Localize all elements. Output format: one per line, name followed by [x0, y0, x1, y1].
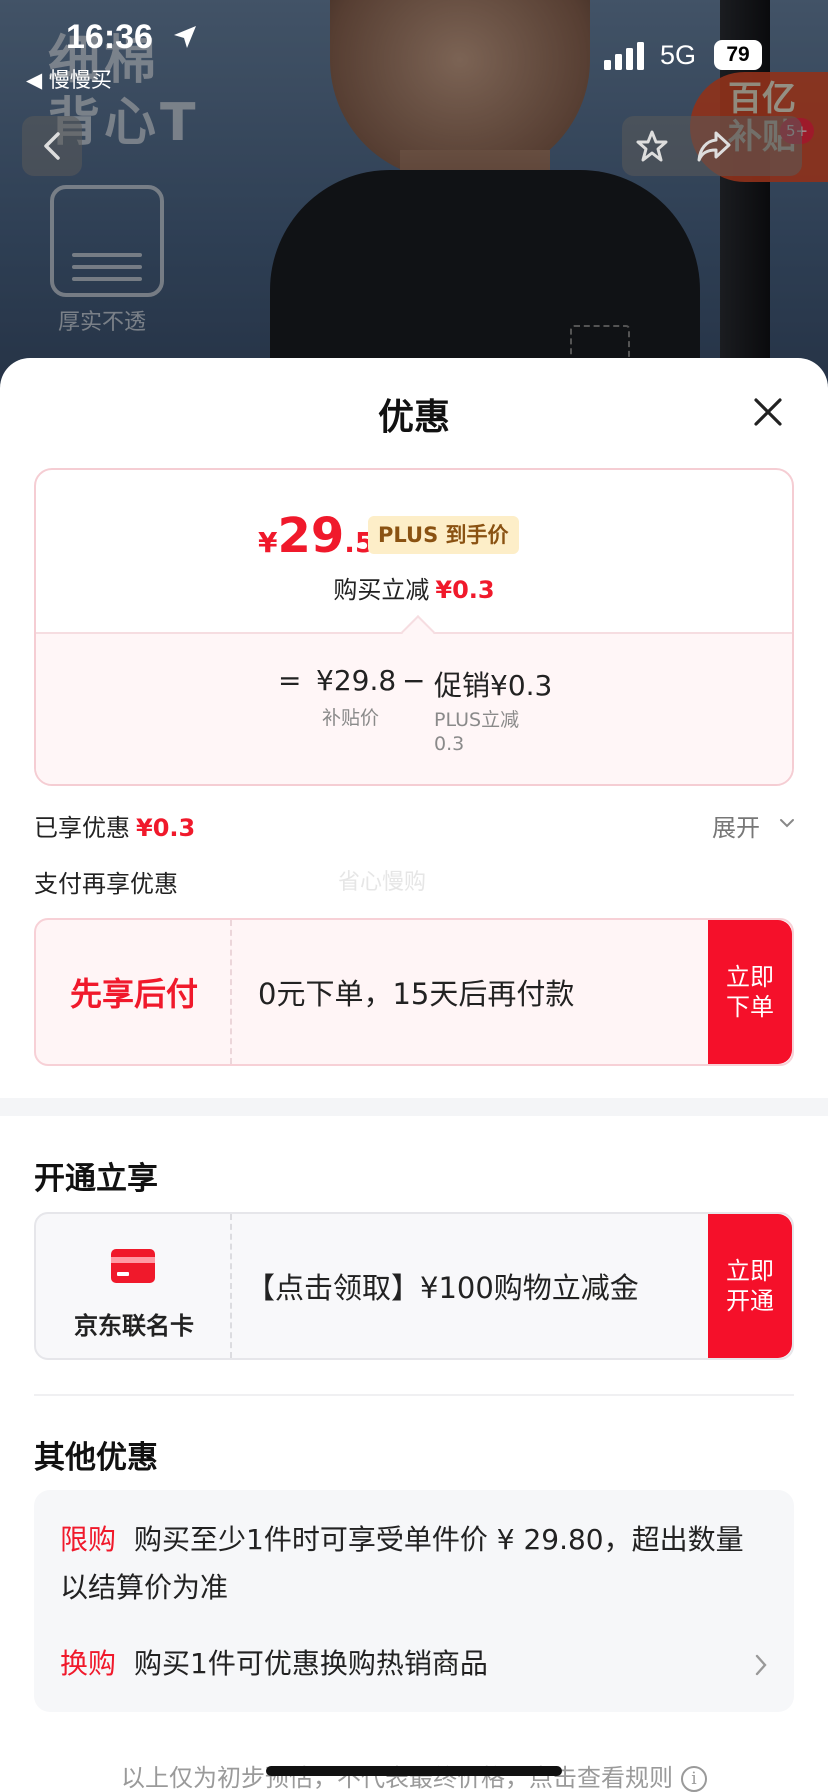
card-offer-text: 【点击领取】¥100购物立减金 [246, 1271, 639, 1305]
star-icon[interactable] [635, 129, 669, 163]
price-breakdown-card: ¥29.5 PLUS 到手价 购买立减 ¥0.3 = ¥29.8 − 促销¥0.3… [34, 468, 794, 786]
order-now-button[interactable]: 立即 下单 [708, 920, 792, 1064]
chevron-left-icon [44, 132, 60, 160]
promo-label: PLUS立减 0.3 [434, 709, 520, 755]
watermark: 省心慢购 [338, 870, 427, 895]
formula-minus: − [402, 664, 426, 697]
plus-price-tag: PLUS 到手价 [368, 516, 519, 554]
pay-more-label: 支付再享优惠 [34, 870, 178, 898]
chevron-down-icon[interactable] [778, 814, 796, 832]
dim-overlay[interactable] [0, 0, 828, 400]
other-section-title: 其他优惠 [34, 1440, 158, 1476]
cobrand-card-offer[interactable]: 京东联名卡 【点击领取】¥100购物立减金 立即 开通 [34, 1212, 794, 1360]
open-now-button[interactable]: 立即 开通 [708, 1214, 792, 1358]
subsidy-price: ¥29.8 [316, 664, 397, 697]
sheet-title: 优惠 [377, 397, 450, 438]
open-section-title: 开通立享 [34, 1161, 158, 1197]
limit-tag: 限购 [60, 1523, 117, 1556]
discount-sheet: 优惠 ¥29.5 PLUS 到手价 购买立减 ¥0.3 = ¥29.8 − 促销¥… [0, 358, 828, 1792]
status-time: 16:36 [66, 18, 153, 56]
back-to-app-link[interactable]: ◀ 慢慢买 [26, 64, 112, 94]
bnpl-text: 0元下单，15天后再付款 [258, 977, 575, 1011]
info-icon[interactable]: i [681, 1766, 707, 1792]
section-divider [0, 1098, 828, 1116]
subsidy-price-label: 补贴价 [322, 707, 380, 729]
bnpl-offer[interactable]: 先享后付 0元下单，15天后再付款 立即 下单 [34, 918, 794, 1066]
location-arrow-icon [174, 26, 196, 48]
final-price: ¥29.5 [258, 508, 375, 564]
back-button[interactable] [22, 116, 82, 176]
trade-in-tag: 换购 [60, 1647, 117, 1680]
expand-button[interactable]: 展开 [712, 808, 760, 843]
battery-icon: 79 [714, 40, 762, 70]
credit-card-icon [111, 1249, 155, 1283]
signal-icon [604, 42, 644, 70]
bnpl-label: 先享后付 [69, 975, 198, 1013]
divider [34, 1394, 794, 1396]
chevron-right-icon[interactable] [750, 1652, 772, 1678]
header-actions [622, 116, 802, 176]
card-name: 京东联名卡 [74, 1312, 194, 1340]
formula-equals: = [278, 664, 302, 697]
close-icon[interactable] [750, 394, 786, 430]
other-offers-box: 限购 购买至少1件时可享受单件价 ¥ 29.80，超出数量以结算价为准 换购 购买1… [34, 1490, 794, 1712]
purchase-reduction: 购买立减 ¥0.3 [333, 576, 495, 604]
enjoyed-discount: 已享优惠 ¥0.3 [34, 814, 196, 842]
promo-amount: 促销¥0.3 [434, 669, 553, 702]
share-icon[interactable] [696, 129, 732, 163]
trade-in-item[interactable]: 换购 购买1件可优惠换购热销商品 [60, 1640, 488, 1688]
home-indicator[interactable] [266, 1766, 562, 1776]
network-label: 5G [660, 40, 697, 70]
purchase-limit-item: 限购 购买至少1件时可享受单件价 ¥ 29.80，超出数量以结算价为准 [60, 1523, 744, 1604]
